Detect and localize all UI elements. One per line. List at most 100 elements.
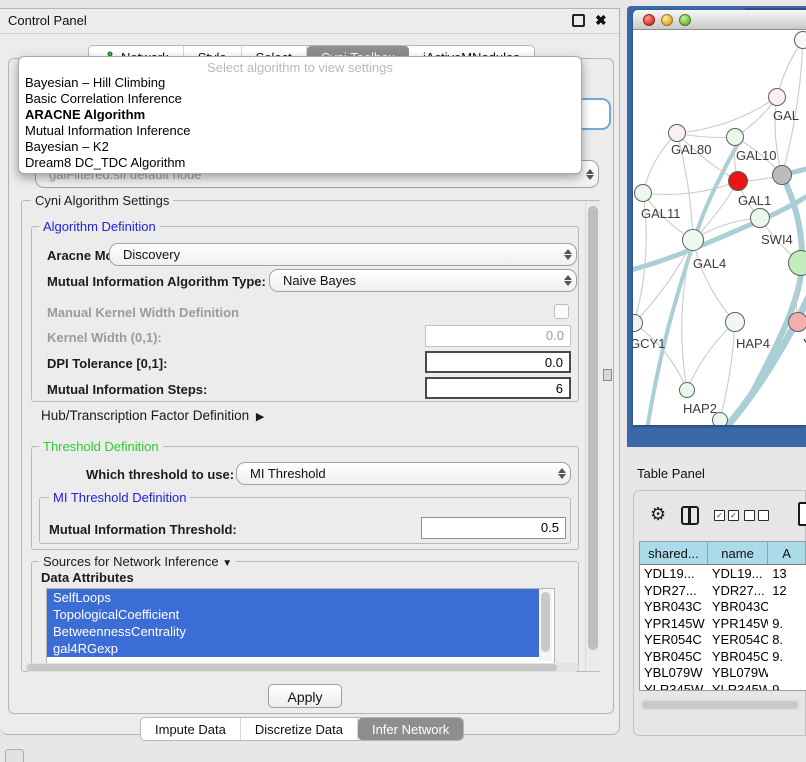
attributes-scrollbar-thumb[interactable]	[541, 592, 550, 652]
node-ypink[interactable]	[788, 312, 806, 332]
edge	[643, 133, 677, 193]
kernel-width-field[interactable]: 0.0	[425, 325, 571, 347]
control-panel-titlebar[interactable]: Control Panel ✖	[0, 9, 619, 34]
table-panel-title: Table Panel	[637, 466, 705, 481]
network-window: GALGAL80GAL10GAL1GAL11SWI4GAL4GCY1HAP4YH…	[633, 10, 806, 425]
thick-edge	[647, 138, 741, 425]
edge	[782, 40, 803, 175]
node-gal11[interactable]	[634, 184, 652, 202]
table-cell: YLR345W	[640, 681, 708, 692]
node-hap4[interactable]	[725, 312, 745, 332]
hub-definition-toggle[interactable]: Hub/Transcription Factor Definition ▶	[41, 408, 264, 423]
mi-threshold-label: Mutual Information Threshold:	[49, 522, 237, 537]
column-header-2[interactable]: name	[708, 542, 768, 564]
attribute-list-item[interactable]: TopologicalCoefficient	[47, 606, 546, 623]
mi-type-combo[interactable]: Naive Bayes	[269, 269, 577, 292]
attributes-hscrollbar-thumb[interactable]	[27, 664, 557, 671]
node-gal80[interactable]	[668, 124, 686, 142]
gear-icon[interactable]: ⚙	[650, 505, 666, 523]
attribute-list-item[interactable]: gal4RGexp	[47, 640, 546, 657]
table-row[interactable]: YDL19...YDL19...13	[640, 565, 806, 582]
edge	[634, 193, 646, 323]
algorithm-option[interactable]: ARACNE Algorithm	[19, 107, 581, 123]
control-panel-bottom-tabbar: Impute Data Discretize Data Infer Network	[140, 717, 464, 741]
node-botp[interactable]	[712, 412, 728, 425]
chevron-right-icon: ▶	[253, 411, 265, 423]
algorithm-popup: Select algorithm to view settings Bayesi…	[18, 56, 582, 174]
select-all-icon[interactable]: ✓✓	[714, 510, 739, 521]
attribute-list-item[interactable]: BetweennessCentrality	[47, 623, 546, 640]
sources-title: Sources for Network Inference	[43, 554, 219, 569]
hub-definition-label: Hub/Transcription Factor Definition	[41, 408, 249, 423]
mi-steps-field[interactable]: 6	[425, 377, 571, 399]
thick-edge	[633, 178, 806, 272]
table-row[interactable]: YBL079WYBL079W	[640, 664, 806, 681]
table-row[interactable]: YER054CYER054C8.	[640, 631, 806, 648]
mi-type-value: Naive Bayes	[270, 273, 560, 288]
node-gal2[interactable]	[768, 88, 786, 106]
collapsed-panel-button[interactable]	[5, 749, 24, 762]
algorithm-option[interactable]: Bayesian – K2	[19, 139, 581, 155]
table-cell: 9.	[768, 648, 806, 665]
manual-kernel-checkbox[interactable]	[554, 304, 569, 319]
table-row[interactable]: YDR27...YDR27...12	[640, 582, 806, 599]
tab-impute-data[interactable]: Impute Data	[141, 718, 241, 740]
mi-threshold-field[interactable]: 0.5	[421, 517, 566, 539]
dpi-tolerance-field[interactable]: 0.0	[425, 351, 571, 373]
edge	[693, 240, 735, 322]
table-cell: YBR043C	[640, 598, 708, 615]
network-canvas[interactable]: GALGAL80GAL10GAL1GAL11SWI4GAL4GCY1HAP4YH…	[633, 30, 806, 425]
kernel-width-label: Kernel Width (0,1):	[47, 330, 162, 345]
column-header-1[interactable]: shared...	[640, 542, 708, 564]
which-threshold-combo[interactable]: MI Threshold	[236, 462, 571, 485]
threshold-definition-title: Threshold Definition	[39, 439, 163, 454]
node-gal1[interactable]	[728, 171, 748, 191]
table-cell: YDR27...	[640, 582, 708, 599]
tab-discretize-data[interactable]: Discretize Data	[241, 718, 358, 740]
chevron-updown-icon	[554, 468, 570, 479]
tab-infer-network[interactable]: Infer Network	[358, 718, 463, 740]
table-cell	[768, 664, 806, 681]
network-window-titlebar[interactable]	[633, 10, 806, 30]
close-icon[interactable]: ✖	[595, 14, 607, 26]
table-cell: 9.	[768, 615, 806, 632]
settings-scrollbar-thumb[interactable]	[588, 206, 598, 650]
aracne-mode-combo[interactable]: Discovery	[109, 243, 577, 266]
close-traffic-light[interactable]	[643, 14, 655, 26]
apply-button[interactable]: Apply	[268, 684, 342, 708]
table-hscrollbar-thumb[interactable]	[642, 701, 798, 709]
algorithm-option[interactable]: Mutual Information Inference	[19, 123, 581, 139]
aracne-mode-value: Discovery	[110, 247, 560, 262]
node-gray[interactable]	[772, 165, 792, 185]
sources-toggle[interactable]: Sources for Network Inference ▼	[39, 554, 236, 569]
which-threshold-value: MI Threshold	[237, 466, 554, 481]
table-row[interactable]: YBR043CYBR043C	[640, 598, 806, 615]
minimize-traffic-light[interactable]	[661, 14, 673, 26]
tab-label: Impute Data	[155, 722, 226, 737]
tab-label: Discretize Data	[255, 722, 343, 737]
table-cell: YPR145W	[708, 615, 768, 632]
splitter-grip[interactable]	[603, 369, 612, 381]
node-gal4[interactable]	[682, 229, 704, 251]
zoom-traffic-light[interactable]	[679, 14, 691, 26]
control-panel-title: Control Panel	[8, 13, 87, 28]
deselect-all-icon[interactable]	[744, 510, 769, 521]
node-ptop[interactable]	[794, 31, 806, 49]
table-row[interactable]: YPR145WYPR145W9.	[640, 615, 806, 632]
algorithm-option[interactable]: Dream8 DC_TDC Algorithm	[19, 155, 581, 171]
node-gal10[interactable]	[726, 128, 744, 146]
document-icon[interactable]	[798, 502, 806, 526]
node-hap2[interactable]	[679, 382, 695, 398]
algorithm-option[interactable]: Basic Correlation Inference	[19, 91, 581, 107]
table-cell: YLR345W	[708, 681, 768, 692]
column-header-3[interactable]: A	[768, 542, 806, 564]
attribute-list-item[interactable]: SelfLoops	[47, 589, 546, 606]
table-row[interactable]: YLR345WYLR345W9.	[640, 681, 806, 692]
table-row[interactable]: YBR045CYBR045C9.	[640, 648, 806, 665]
table-cell: YER054C	[708, 631, 768, 648]
columns-icon[interactable]	[681, 506, 699, 525]
table-panel: ⚙ ✓✓ shared...nameA YDL19...YDL19...13YD…	[633, 490, 806, 736]
algorithm-option[interactable]: Bayesian – Hill Climbing	[19, 75, 581, 91]
node-swi4[interactable]	[750, 208, 770, 228]
float-window-icon[interactable]	[572, 14, 585, 27]
